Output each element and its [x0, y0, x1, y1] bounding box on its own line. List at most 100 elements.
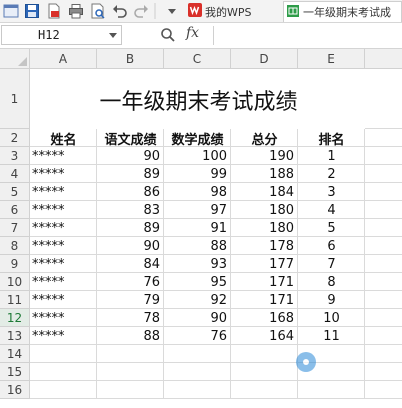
save-icon[interactable] [23, 2, 41, 20]
row-header[interactable]: 10 [0, 273, 30, 291]
cell-value: 86 [143, 184, 160, 200]
row-header[interactable]: 16 [0, 381, 30, 399]
row-header[interactable]: 11 [0, 291, 30, 309]
cell-value: 78 [143, 310, 160, 326]
column-header-c[interactable]: C [164, 49, 231, 69]
cell[interactable] [164, 345, 231, 363]
cell-value: 99 [210, 166, 227, 182]
cell[interactable] [298, 381, 365, 399]
column-header-f[interactable] [365, 49, 402, 69]
row-header[interactable]: 8 [0, 237, 30, 255]
row-header[interactable]: 15 [0, 363, 30, 381]
row-header[interactable]: 2 [0, 129, 30, 147]
select-all-corner[interactable] [0, 49, 30, 69]
cell[interactable] [231, 363, 298, 381]
cell[interactable] [164, 363, 231, 381]
cell[interactable] [365, 201, 402, 219]
chevron-down-icon[interactable] [109, 33, 117, 38]
name-box-value: H12 [38, 28, 60, 42]
cell[interactable] [97, 363, 164, 381]
row-header[interactable]: 4 [0, 165, 30, 183]
cell[interactable] [365, 183, 402, 201]
formula-input[interactable] [220, 25, 400, 45]
quick-access-toolbar: 我的WPS 一年级期末考试成 [0, 0, 402, 23]
cell-value: 95 [210, 274, 227, 290]
cell-value: 171 [269, 274, 294, 290]
cell-value: 184 [269, 184, 294, 200]
cell[interactable] [164, 381, 231, 399]
column-header-d[interactable]: D [231, 49, 298, 69]
cell-value: 89 [143, 166, 160, 182]
column-header-b[interactable]: B [97, 49, 164, 69]
column-title: 数学成绩 [171, 132, 224, 148]
row-header[interactable]: 3 [0, 147, 30, 165]
cell-value: 88 [210, 238, 227, 254]
cell-value: 83 [143, 202, 160, 218]
cell-value: 2 [327, 166, 336, 182]
cell[interactable] [365, 69, 402, 129]
cell[interactable] [365, 309, 402, 327]
cell[interactable] [365, 165, 402, 183]
cell-value: ***** [32, 148, 65, 164]
row-header[interactable]: 6 [0, 201, 30, 219]
cell[interactable] [365, 219, 402, 237]
cell-value: ***** [32, 274, 65, 290]
customize-toolbar-dropdown-icon[interactable] [163, 2, 181, 20]
print-preview-icon[interactable] [89, 2, 107, 20]
row-header[interactable]: 14 [0, 345, 30, 363]
cell[interactable] [365, 291, 402, 309]
undo-icon[interactable] [111, 2, 129, 20]
cell-value: 89 [143, 220, 160, 236]
redo-icon[interactable] [132, 2, 150, 20]
export-pdf-icon[interactable] [45, 2, 63, 20]
tab-document[interactable]: 一年级期末考试成 [283, 1, 402, 22]
cell[interactable] [365, 255, 402, 273]
cell-value: ***** [32, 184, 65, 200]
cell[interactable] [365, 129, 402, 147]
cell[interactable] [365, 345, 402, 363]
row-header[interactable]: 7 [0, 219, 30, 237]
cell[interactable] [97, 381, 164, 399]
cell[interactable] [365, 363, 402, 381]
cell[interactable] [365, 147, 402, 165]
cell-value: ***** [32, 166, 65, 182]
column-header-e[interactable]: E [298, 49, 365, 69]
row-header[interactable]: 12 [0, 309, 30, 327]
cell-value: 8 [327, 274, 336, 290]
wps-logo-icon [188, 3, 202, 20]
cell-value: 178 [269, 238, 294, 254]
row-header[interactable]: 9 [0, 255, 30, 273]
cell-value: 79 [143, 292, 160, 308]
cell-value: 4 [327, 202, 336, 218]
cell[interactable] [30, 381, 97, 399]
row-header[interactable]: 13 [0, 327, 30, 345]
spreadsheet-grid[interactable]: A B C D E 一年级期末考试成绩 1 2 姓名 语文成绩 数学成绩 总分 排名 3 ***… [0, 49, 402, 408]
cell-value: 3 [327, 184, 336, 200]
sheet-title: 一年级期末考试成绩 [31, 70, 366, 129]
search-icon[interactable] [160, 27, 176, 47]
cell-value: 180 [269, 202, 294, 218]
cell[interactable] [231, 381, 298, 399]
tab-label: 一年级期末考试成 [303, 6, 391, 19]
cell-value: 168 [269, 310, 294, 326]
cell[interactable] [231, 345, 298, 363]
cell[interactable] [30, 363, 97, 381]
cell-value: ***** [32, 256, 65, 272]
row-header[interactable]: 1 [0, 69, 30, 129]
cell-value: 90 [143, 148, 160, 164]
column-header-a[interactable]: A [30, 49, 97, 69]
cell[interactable] [365, 327, 402, 345]
tab-my-wps[interactable]: 我的WPS [186, 1, 282, 22]
row-header[interactable]: 5 [0, 183, 30, 201]
cell-value: 177 [269, 256, 294, 272]
cell[interactable] [30, 345, 97, 363]
print-icon[interactable] [67, 2, 85, 20]
name-box[interactable]: H12 [1, 25, 122, 45]
cell-value: 91 [210, 220, 227, 236]
app-menu-icon[interactable] [2, 2, 20, 20]
cell[interactable] [97, 345, 164, 363]
cell[interactable] [365, 381, 402, 399]
insert-function-button[interactable]: fx [186, 25, 199, 41]
cell[interactable] [365, 237, 402, 255]
cell[interactable] [365, 273, 402, 291]
